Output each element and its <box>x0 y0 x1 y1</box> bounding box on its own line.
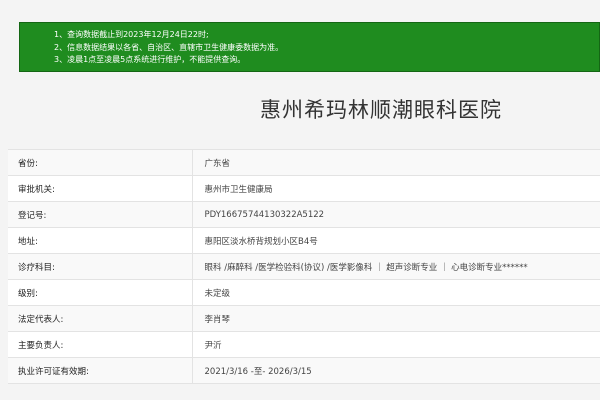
hospital-details-table: 省份: 广东省 审批机关: 惠州市卫生健康局 登记号: PDY166757441… <box>8 149 600 384</box>
detail-row-principal: 主要负责人: 尹沂 <box>8 331 600 358</box>
detail-label: 法定代表人: <box>18 314 64 325</box>
notice-line: 3、凌晨1点至凌晨5点系统进行维护，不能提供查询。 <box>54 55 246 64</box>
detail-label: 省份: <box>18 158 38 169</box>
detail-label: 主要负责人: <box>18 340 64 351</box>
detail-row-level: 级别: 未定级 <box>8 279 600 306</box>
detail-value: 李肖琴 <box>191 305 600 332</box>
detail-value: PDY16675744130322A5122 <box>191 201 600 228</box>
detail-value: 广东省 <box>191 149 600 176</box>
detail-row-license-validity: 执业许可证有效期: 2021/3/16 -至- 2026/3/15 <box>8 357 600 384</box>
detail-value: 2021/3/16 -至- 2026/3/15 <box>191 357 600 384</box>
hospital-name-title: 惠州希玛林顺潮眼科医院 <box>260 98 502 122</box>
detail-value: 惠阳区淡水桥背规划小区B4号 <box>191 227 600 254</box>
notice-banner: 1、查询数据截止到2023年12月24日22时; 2、信息数据结果以各省、自治区… <box>19 22 600 72</box>
detail-label: 级别: <box>18 288 38 299</box>
detail-row-province: 省份: 广东省 <box>8 149 600 176</box>
detail-value: 惠州市卫生健康局 <box>191 175 600 202</box>
detail-row-authority: 审批机关: 惠州市卫生健康局 <box>8 175 600 202</box>
detail-row-registration-number: 登记号: PDY16675744130322A5122 <box>8 201 600 228</box>
detail-label: 地址: <box>18 236 38 247</box>
detail-label: 诊疗科目: <box>18 262 55 273</box>
detail-value: 眼科 /麻醉科 /医学检验科(协议) /医学影像科 ｜ 超声诊断专业 ｜ 心电诊… <box>191 253 600 280</box>
notice-line: 2、信息数据结果以各省、自治区、直辖市卫生健康委数据为准。 <box>54 42 284 52</box>
detail-value: 尹沂 <box>191 331 600 358</box>
detail-label: 登记号: <box>18 210 47 221</box>
notice-line: 1、查询数据截止到2023年12月24日22时; <box>54 30 209 39</box>
detail-row-departments: 诊疗科目: 眼科 /麻醉科 /医学检验科(协议) /医学影像科 ｜ 超声诊断专业… <box>8 253 600 280</box>
detail-row-address: 地址: 惠阳区淡水桥背规划小区B4号 <box>8 227 600 254</box>
detail-label: 审批机关: <box>18 184 55 195</box>
detail-row-legal-representative: 法定代表人: 李肖琴 <box>8 305 600 332</box>
detail-label: 执业许可证有效期: <box>18 366 89 377</box>
detail-value: 未定级 <box>191 279 600 306</box>
